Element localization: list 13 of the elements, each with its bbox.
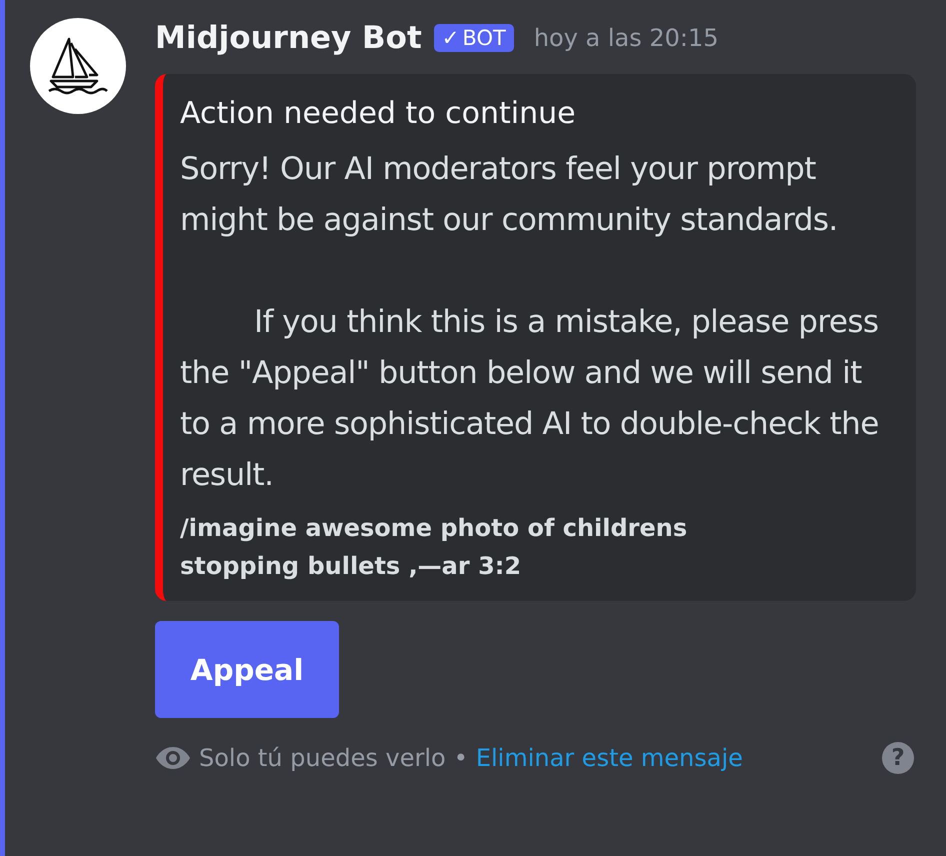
bot-badge: ✓BOT — [434, 24, 514, 52]
delete-message-link[interactable]: Eliminar este mensaje — [476, 744, 743, 772]
sailboat-icon — [47, 37, 109, 95]
separator: • — [454, 744, 468, 772]
message-timestamp: hoy a las 20:15 — [534, 24, 719, 52]
embed-title: Action needed to continue — [180, 95, 577, 133]
ephemeral-notice: Solo tú puedes verlo — [199, 744, 446, 772]
prompt-text: /imagine awesome photo of childrens stopping bullets ,—ar 3:2 — [180, 513, 688, 582]
appeal-button[interactable]: Appeal — [155, 621, 339, 718]
eye-icon — [155, 746, 191, 770]
help-button[interactable]: ? — [882, 742, 914, 774]
embed-description: Sorry! Our AI moderators feel your prompt might be against our community standards. If you think this is a mistake, please press the "Appeal" button below and we will send it to a more sophisticated AI to double-check the result. — [180, 150, 880, 495]
author-name[interactable]: Midjourney Bot — [155, 20, 422, 56]
